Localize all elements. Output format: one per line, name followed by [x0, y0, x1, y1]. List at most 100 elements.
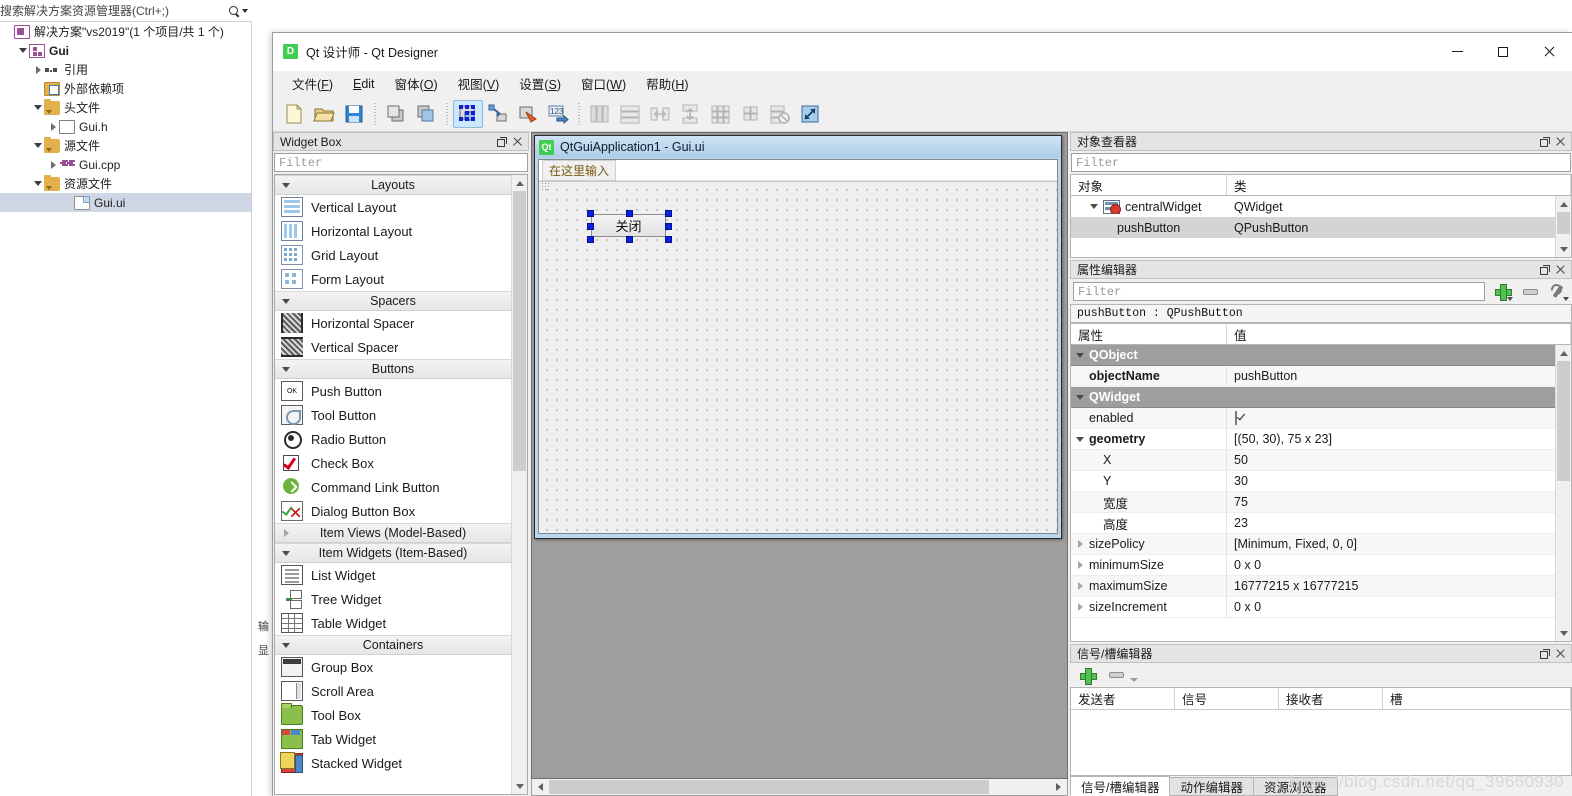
open-form-button[interactable] — [309, 100, 339, 128]
property-row[interactable]: objectName pushButton — [1071, 366, 1555, 387]
selection-handle[interactable] — [665, 223, 672, 230]
row-twisty[interactable] — [1071, 561, 1089, 569]
minimize-button[interactable] — [1434, 33, 1480, 71]
object-inspector-row[interactable]: centralWidget QWidget — [1071, 196, 1555, 217]
signal-slot-editor-body[interactable]: 发送者 信号 接收者槽 — [1070, 687, 1572, 776]
widget-item-list-widget[interactable]: List Widget — [275, 563, 511, 587]
widget-box-category-spacers[interactable]: Spacers — [275, 291, 511, 311]
tree-node[interactable]: 头文件 — [0, 98, 251, 117]
tree-twisty[interactable] — [32, 174, 44, 193]
object-inspector-row[interactable]: pushButton QPushButton — [1071, 217, 1555, 238]
solution-explorer-search-bar[interactable]: 搜索解决方案资源管理器(Ctrl+;) — [0, 0, 252, 22]
signal-slot-editor-float-button[interactable] — [1536, 646, 1552, 661]
widget-box-category-item-widgets-item-based-[interactable]: Item Widgets (Item-Based) — [275, 543, 511, 563]
widget-item-form-layout[interactable]: Form Layout — [275, 267, 511, 291]
tree-node[interactable]: 源文件 — [0, 136, 251, 155]
property-row[interactable]: sizePolicy [Minimum, Fixed, 0, 0] — [1071, 534, 1555, 555]
widget-box-list[interactable]: Layouts Vertical Layout Horizontal Layout G… — [274, 174, 528, 795]
widget-box-scrollbar[interactable] — [511, 175, 527, 794]
widget-item-command-link-button[interactable]: Command Link Button — [275, 475, 511, 499]
property-row[interactable]: minimumSize 0 x 0 — [1071, 555, 1555, 576]
qt-menu-bar[interactable]: 文件(F) Edit 窗体(O) 视图(V) 设置(S) 窗口(W) 帮助(H) — [273, 71, 1572, 96]
scroll-up-button[interactable] — [512, 175, 527, 191]
widget-box-filter-input[interactable] — [274, 153, 528, 172]
widget-item-vertical-spacer[interactable]: Vertical Spacer — [275, 335, 511, 359]
menu-设置S[interactable]: 设置(S) — [510, 71, 570, 96]
tree-node[interactable]: Gui — [0, 41, 251, 60]
remove-connection-button[interactable] — [1104, 665, 1128, 685]
scroll-thumb[interactable] — [513, 191, 526, 471]
adjust-size-button[interactable] — [795, 100, 825, 128]
tree-node[interactable]: 资源文件 — [0, 174, 251, 193]
selection-handle[interactable] — [665, 236, 672, 243]
selection-handle[interactable] — [587, 236, 594, 243]
form-menu-bar[interactable]: 在这里输入 — [539, 159, 1057, 181]
scroll-thumb[interactable] — [1557, 212, 1570, 234]
widget-item-push-button[interactable]: OK Push Button — [275, 379, 511, 403]
selection-handle[interactable] — [665, 210, 672, 217]
scroll-down-button[interactable] — [512, 778, 527, 794]
widget-item-radio-button[interactable]: Radio Button — [275, 427, 511, 451]
tree-node[interactable]: Gui.ui — [0, 193, 251, 212]
menu-文件F[interactable]: 文件(F) — [283, 71, 342, 96]
widget-item-horizontal-layout[interactable]: Horizontal Layout — [275, 219, 511, 243]
category-twisty[interactable] — [275, 298, 297, 304]
scroll-up-button[interactable] — [1556, 196, 1571, 212]
row-twisty[interactable] — [1071, 352, 1089, 358]
central-widget-grip[interactable] — [541, 182, 551, 190]
widget-box-float-button[interactable] — [493, 134, 509, 149]
row-twisty[interactable] — [1071, 394, 1089, 400]
send-to-back-button[interactable] — [411, 100, 441, 128]
row-twisty[interactable] — [1071, 540, 1089, 548]
enabled-checkbox[interactable] — [1235, 411, 1237, 425]
scroll-track[interactable] — [549, 779, 1050, 795]
object-inspector-rows[interactable]: centralWidget QWidget pushButton QPushButto… — [1071, 196, 1555, 257]
object-inspector-float-button[interactable] — [1536, 134, 1552, 149]
category-twisty[interactable] — [275, 529, 297, 537]
edit-widgets-button[interactable] — [453, 99, 483, 128]
property-row[interactable]: sizeIncrement 0 x 0 — [1071, 597, 1555, 618]
menu-窗口W[interactable]: 窗口(W) — [572, 71, 635, 96]
scroll-thumb[interactable] — [549, 780, 989, 794]
selection-handle[interactable] — [587, 210, 594, 217]
widget-item-tool-button[interactable]: Tool Button — [275, 403, 511, 427]
search-icon[interactable] — [228, 5, 240, 17]
mdi-area[interactable]: Qt QtGuiApplication1 - Gui.ui 在这里输入 关闭 — [531, 132, 1068, 779]
scroll-right-button[interactable] — [1050, 779, 1067, 795]
widget-box-category-item-views-model-based-[interactable]: Item Views (Model-Based) — [275, 523, 511, 543]
property-row[interactable]: Y 30 — [1071, 471, 1555, 492]
widget-box-category-buttons[interactable]: Buttons — [275, 359, 511, 379]
menu-视图V[interactable]: 视图(V) — [449, 71, 509, 96]
category-twisty[interactable] — [275, 366, 297, 372]
push-button-widget[interactable]: 关闭 — [587, 210, 672, 243]
row-twisty[interactable] — [1071, 603, 1089, 611]
widget-item-dialog-button-box[interactable]: Dialog Button Box — [275, 499, 511, 523]
menu-帮助H[interactable]: 帮助(H) — [637, 71, 697, 96]
object-inspector-filter-input[interactable] — [1071, 153, 1571, 172]
tree-node[interactable]: 引用 — [0, 60, 251, 79]
widget-item-horizontal-spacer[interactable]: Horizontal Spacer — [275, 311, 511, 335]
scroll-left-button[interactable] — [532, 779, 549, 795]
widget-box-close-button[interactable] — [509, 134, 525, 149]
tree-twisty[interactable] — [47, 117, 59, 136]
form-editor-window[interactable]: Qt QtGuiApplication1 - Gui.ui 在这里输入 关闭 — [534, 135, 1062, 539]
tree-twisty[interactable] — [47, 155, 59, 174]
object-inspector-body[interactable]: centralWidget QWidget pushButton QPushButto… — [1070, 195, 1572, 258]
widget-box-category-containers[interactable]: Containers — [275, 635, 511, 655]
tree-twisty[interactable] — [32, 98, 44, 117]
selection-handle[interactable] — [587, 223, 594, 230]
add-connection-button[interactable] — [1075, 665, 1099, 685]
widget-item-tool-box[interactable]: Tool Box — [275, 703, 511, 727]
new-form-button[interactable] — [279, 100, 309, 128]
object-inspector-scrollbar[interactable] — [1555, 196, 1571, 257]
add-property-button[interactable] — [1490, 282, 1514, 302]
tab-动作编辑器[interactable]: 动作编辑器 — [1169, 777, 1254, 796]
row-twisty[interactable] — [1071, 582, 1089, 590]
configure-button[interactable] — [1546, 282, 1570, 302]
widget-item-stacked-widget[interactable]: Stacked Widget — [275, 751, 511, 775]
remove-property-button[interactable] — [1518, 282, 1542, 302]
category-twisty[interactable] — [275, 642, 297, 648]
widget-item-tree-widget[interactable]: Tree Widget — [275, 587, 511, 611]
property-row[interactable]: enabled — [1071, 408, 1555, 429]
scroll-thumb[interactable] — [1557, 361, 1570, 481]
